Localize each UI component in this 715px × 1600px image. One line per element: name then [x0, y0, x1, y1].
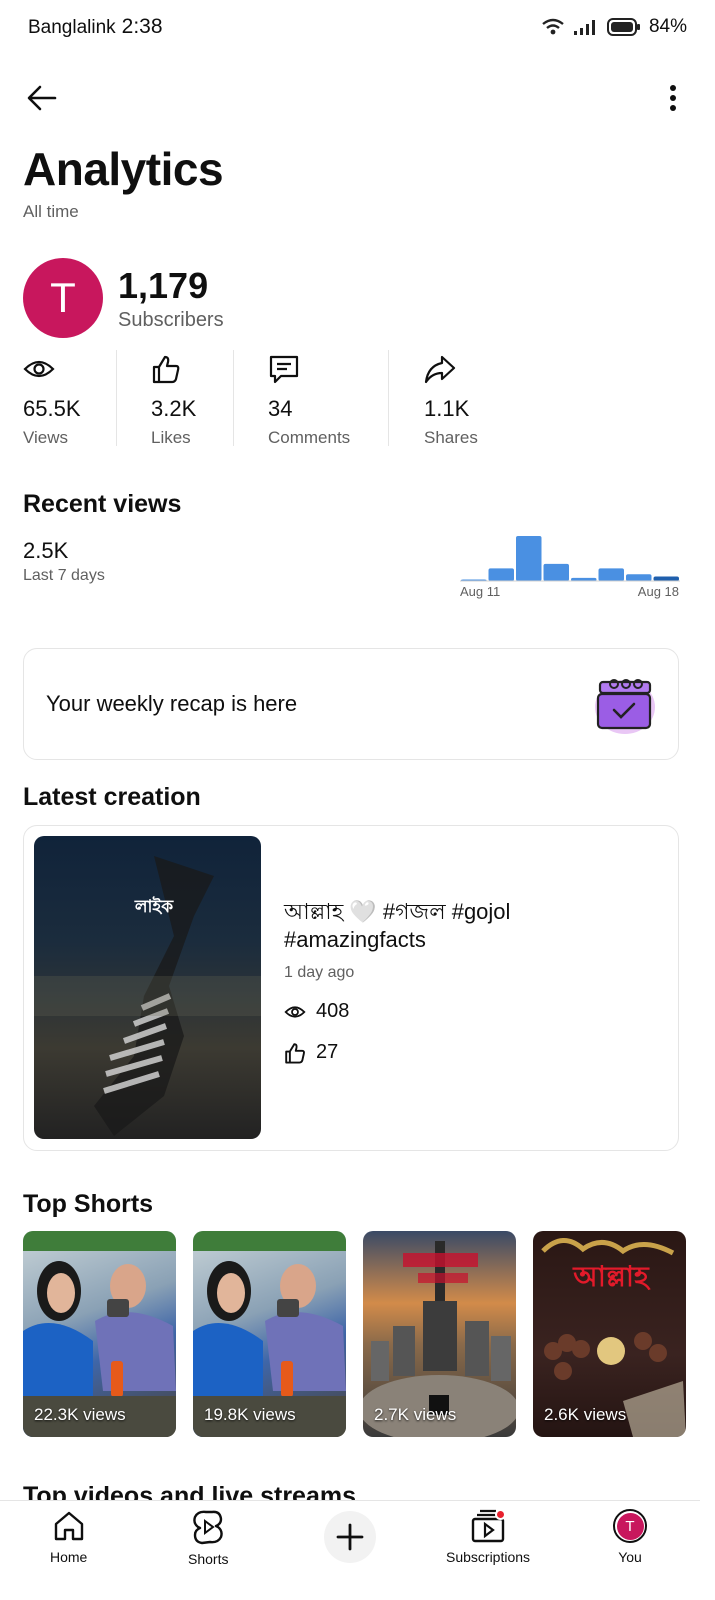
short-views: 19.8K views — [204, 1405, 296, 1424]
subscriber-info: 1,179 Subscribers — [118, 265, 224, 332]
create-button[interactable] — [324, 1511, 376, 1563]
short-views: 2.6K views — [544, 1405, 627, 1424]
share-icon — [424, 355, 456, 384]
latest-creation-card[interactable]: লাইক আল্লাহ 🤍 #গজল #gojol #amazingfacts … — [23, 825, 679, 1151]
latest-video-thumbnail[interactable]: লাইক — [34, 836, 261, 1139]
top-bar — [0, 72, 715, 124]
subscriber-label: Subscribers — [118, 308, 224, 331]
chart-end-label: Aug 18 — [638, 584, 679, 599]
notification-dot — [495, 1509, 507, 1520]
create-icon — [336, 1523, 364, 1551]
short-views: 2.7K views — [374, 1405, 457, 1424]
latest-views-value: 408 — [316, 1000, 350, 1022]
top-shorts-title: Top Shorts — [23, 1190, 154, 1218]
nav-you-label: You — [618, 1549, 642, 1565]
weekly-recap-card[interactable]: Your weekly recap is here — [23, 648, 679, 760]
status-left: Banglalink 2:38 — [28, 15, 163, 39]
latest-video-views: 408 — [284, 1000, 654, 1023]
stat-label: Likes — [151, 428, 191, 447]
thumbnail-art: লাইক — [34, 856, 261, 1136]
stat-comments[interactable]: 34 Comments — [234, 350, 388, 450]
thumbs-up-icon — [152, 355, 180, 384]
channel-summary: T 1,179 Subscribers — [23, 258, 224, 338]
chart-bar — [543, 563, 569, 581]
carrier-name: Banglalink — [28, 17, 116, 38]
chart-bar — [488, 568, 514, 581]
latest-creation-title: Latest creation — [23, 783, 201, 811]
chart-bar — [653, 576, 679, 581]
page-title: Analytics — [23, 143, 224, 195]
stat-label: Comments — [268, 428, 351, 447]
stat-likes[interactable]: 3.2K Likes — [117, 350, 233, 450]
stat-value: 3.2K — [151, 396, 197, 421]
stat-label: Views — [23, 428, 69, 447]
chart-start-label: Aug 11 — [460, 584, 500, 599]
avatar: T — [613, 1509, 647, 1543]
stats-row: 65.5K Views 3.2K Likes 34 Comments 1.1K … — [23, 350, 693, 450]
nav-shorts-label: Shorts — [188, 1551, 229, 1567]
stat-label: Shares — [424, 428, 478, 447]
nav-you[interactable]: T You — [613, 1509, 647, 1565]
recent-views-value: 2.5K — [23, 538, 69, 563]
eye-icon — [284, 1005, 306, 1018]
short-overlay-text: আল্লাহ — [572, 1260, 651, 1293]
latest-video-likes: 27 — [284, 1041, 654, 1064]
top-short-item[interactable]: 19.8K views — [193, 1231, 346, 1437]
stat-value: 65.5K — [23, 396, 81, 421]
subscriber-count: 1,179 — [118, 264, 209, 306]
bottom-navigation: Home Shorts Subscriptions T You — [0, 1500, 700, 1600]
recent-views-period: Last 7 days — [23, 567, 105, 584]
shorts-icon — [193, 1510, 223, 1545]
nav-subscriptions-label: Subscriptions — [446, 1549, 531, 1565]
latest-video-info: আল্লাহ 🤍 #গজল #gojol #amazingfacts 1 day… — [284, 898, 654, 1064]
wifi-icon — [542, 18, 564, 35]
back-button[interactable] — [20, 76, 64, 120]
stat-value: 1.1K — [424, 396, 470, 421]
stat-views[interactable]: 65.5K Views — [23, 350, 116, 450]
more-vertical-icon — [670, 85, 676, 111]
avatar-inner: T — [616, 1512, 644, 1540]
top-shorts-list: 22.3K views 19.8K views 2.7K views আল্লা… — [23, 1231, 686, 1437]
chart-bar — [626, 574, 652, 582]
top-short-item[interactable]: আল্লাহ 2.6K views — [533, 1231, 686, 1437]
weekly-recap-text: Your weekly recap is here — [46, 691, 298, 716]
thumbs-up-icon — [285, 1042, 305, 1063]
nav-home-label: Home — [50, 1549, 88, 1565]
more-options-button[interactable] — [651, 76, 695, 120]
thumbnail-overlay-text: লাইক — [134, 896, 174, 917]
status-bar: Banglalink 2:38 84% — [0, 0, 715, 54]
comment-icon — [269, 355, 299, 384]
nav-shorts[interactable]: Shorts — [188, 1509, 228, 1567]
top-short-item[interactable]: 22.3K views — [23, 1231, 176, 1437]
nav-home[interactable]: Home — [50, 1509, 87, 1565]
stat-shares[interactable]: 1.1K Shares — [389, 350, 539, 450]
clapperboard-icon — [595, 679, 655, 734]
latest-likes-value: 27 — [316, 1041, 339, 1063]
channel-avatar[interactable]: T — [23, 258, 103, 338]
eye-icon — [23, 360, 55, 378]
top-short-item[interactable]: 2.7K views — [363, 1231, 516, 1437]
stat-value: 34 — [268, 396, 293, 421]
battery-percent: 84% — [648, 16, 687, 37]
subscriptions-icon-wrap — [470, 1509, 507, 1543]
page-subtitle: All time — [23, 202, 79, 221]
home-icon — [54, 1511, 83, 1541]
status-right: 84% — [541, 16, 687, 38]
latest-video-title[interactable]: আল্লাহ 🤍 #গজল #gojol #amazingfacts — [284, 898, 654, 954]
arrow-left-icon — [27, 85, 57, 111]
signal-icon — [573, 20, 595, 35]
recent-views-title: Recent views — [23, 490, 182, 518]
status-time: 2:38 — [121, 15, 163, 38]
nav-subscriptions[interactable]: Subscriptions — [446, 1509, 530, 1565]
short-views: 22.3K views — [34, 1405, 126, 1424]
nav-create[interactable] — [324, 1511, 376, 1563]
recent-views-chart[interactable]: Aug 11 Aug 18 — [458, 530, 682, 602]
battery-icon — [606, 18, 640, 36]
latest-video-time: 1 day ago — [284, 964, 355, 981]
chart-bar — [598, 568, 624, 581]
chart-bar — [516, 536, 542, 581]
